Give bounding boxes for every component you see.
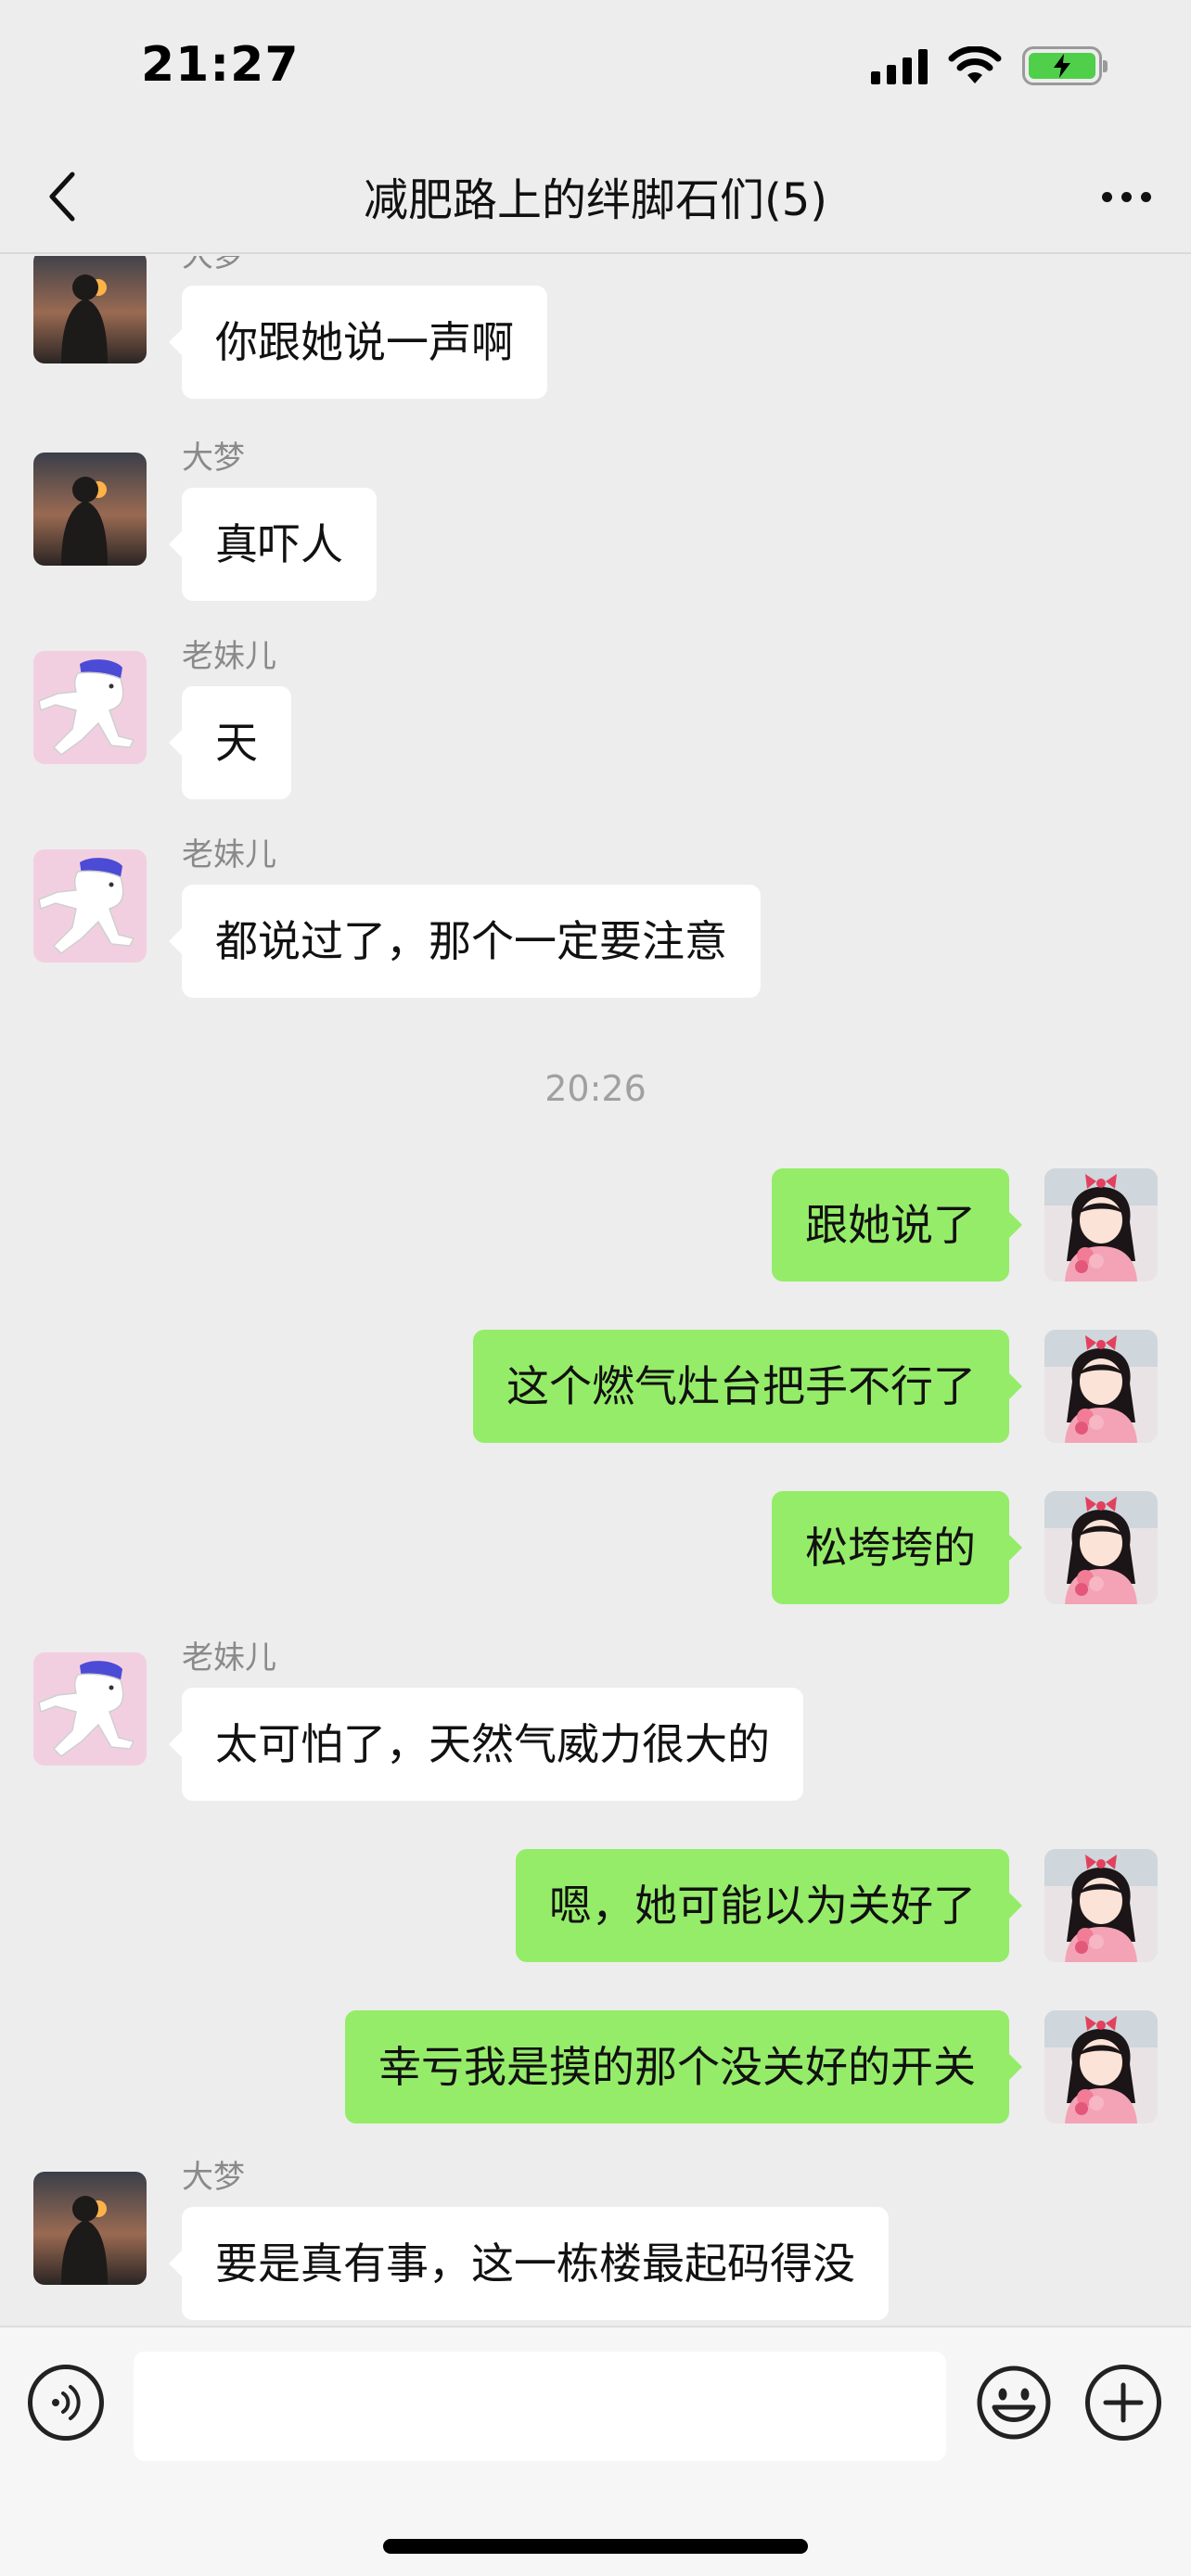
avatar-sunset[interactable] [33, 256, 147, 363]
status-bar: 21:27 [0, 0, 1191, 139]
voice-input-button[interactable] [28, 2365, 104, 2441]
sender-name: 大梦 [182, 440, 245, 477]
sender-name: 老妹儿 [182, 638, 276, 675]
status-time: 21:27 [141, 37, 300, 93]
avatar-cartoon[interactable] [33, 849, 147, 963]
sender-name: 大梦 [182, 2159, 245, 2196]
avatar-sunset[interactable] [33, 2172, 147, 2285]
message-input[interactable] [134, 2352, 946, 2461]
more-dot-icon [1121, 191, 1132, 202]
avatar-cartoon[interactable] [33, 651, 147, 764]
time-divider: 20:26 [544, 1068, 647, 1109]
message-bubble[interactable]: 你跟她说一声啊 [169, 286, 547, 399]
cellular-signal-icon [871, 47, 928, 84]
message-bubble[interactable]: 太可怕了，天然气威力很大的 [169, 1688, 803, 1801]
emoji-button[interactable] [976, 2365, 1052, 2441]
wifi-icon [948, 46, 1002, 83]
avatar-girl[interactable] [1044, 1168, 1158, 1282]
avatar-girl[interactable] [1044, 1330, 1158, 1443]
chat-screen: 21:27 减肥路上的绊脚石们(5) 大梦 你跟她说一声啊 大梦 真吓人 老妹儿… [0, 0, 1191, 2576]
message-bubble[interactable]: 幸亏我是摸的那个没关好的开关 [345, 2010, 1022, 2123]
battery-icon [1022, 46, 1108, 85]
message-bubble[interactable]: 嗯，她可能以为关好了 [516, 1849, 1022, 1962]
sender-name: 大梦 [182, 256, 245, 274]
nav-bar: 减肥路上的绊脚石们(5) [0, 139, 1191, 254]
avatar-girl[interactable] [1044, 1491, 1158, 1604]
avatar-sunset[interactable] [33, 453, 147, 566]
sender-name: 老妹儿 [182, 1639, 276, 1677]
chat-title: 减肥路上的绊脚石们(5) [364, 174, 827, 226]
home-indicator[interactable] [383, 2539, 808, 2554]
message-bubble[interactable]: 跟她说了 [772, 1168, 1022, 1282]
message-list[interactable]: 大梦 你跟她说一声啊 大梦 真吓人 老妹儿 天 老妹儿 都说过了，那个一定要注意 [0, 256, 1191, 2326]
avatar-girl[interactable] [1044, 1849, 1158, 1962]
message-bubble[interactable]: 都说过了，那个一定要注意 [169, 885, 761, 998]
emoji-icon [977, 2366, 1051, 2440]
avatar-cartoon[interactable] [33, 1652, 147, 1766]
message-bubble[interactable]: 松垮垮的 [772, 1491, 1022, 1604]
more-dot-icon [1140, 191, 1151, 202]
more-options-button[interactable] [1089, 161, 1163, 232]
message-bubble[interactable]: 这个燃气灶台把手不行了 [473, 1330, 1022, 1443]
voice-icon [52, 2385, 81, 2420]
avatar-girl[interactable] [1044, 2010, 1158, 2123]
status-icons [871, 46, 1108, 85]
sender-name: 老妹儿 [182, 836, 276, 874]
message-bubble[interactable]: 要是真有事，这一栋楼最起码得没 [169, 2207, 889, 2320]
message-bubble[interactable]: 天 [169, 686, 291, 799]
more-dot-icon [1101, 191, 1112, 202]
plus-icon [1103, 2382, 1144, 2423]
more-functions-button[interactable] [1085, 2365, 1161, 2441]
message-bubble[interactable]: 真吓人 [169, 488, 377, 601]
